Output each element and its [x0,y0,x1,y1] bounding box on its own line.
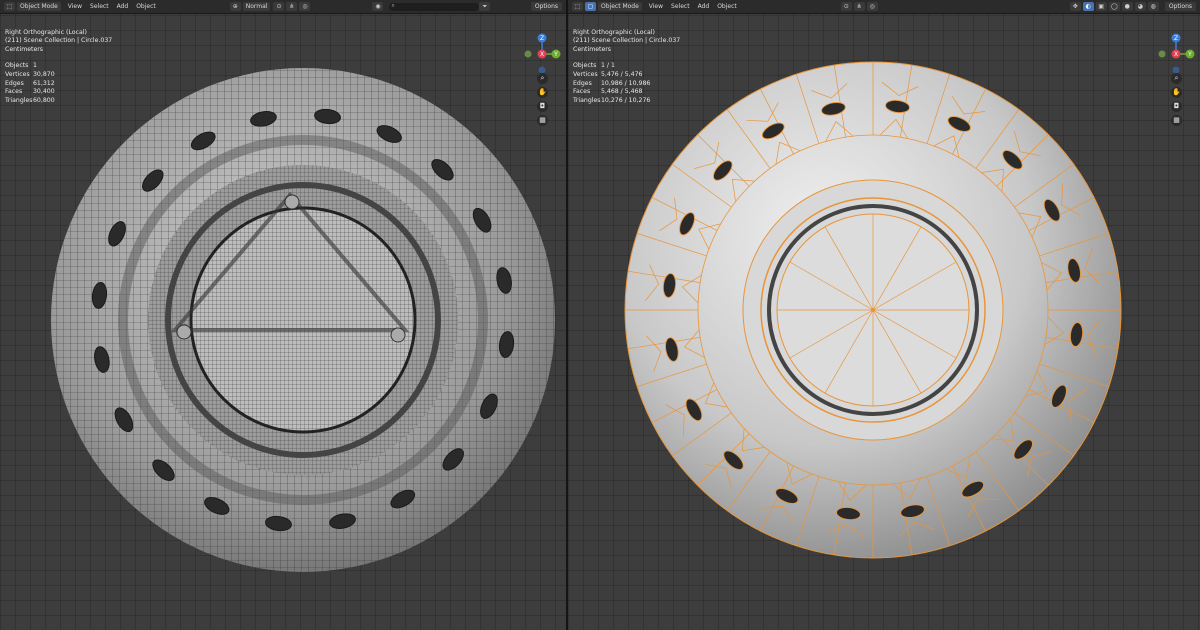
hand-pan-icon[interactable]: ✋ [537,87,548,98]
hand-pan-icon[interactable]: ✋ [1171,87,1182,98]
menu-select[interactable]: Select [671,3,690,10]
options-button[interactable]: Options [530,2,562,11]
gizmo-icon[interactable]: ✥ [1069,2,1081,11]
stat-row: Objects 1 / 1 [573,62,615,69]
viewport-header: ⬚ ▢ Object Mode View Select Add Object ⊙… [568,0,1200,14]
wireframe-mesh [51,68,555,572]
view-name: Right Orthographic (Local) [573,29,655,36]
navigation-gizmo[interactable]: Z Y X [1154,32,1198,76]
menu-add[interactable]: Add [698,3,710,10]
filter-icon[interactable]: ⏷ [479,2,491,11]
proportional-icon[interactable]: ◎ [299,2,311,11]
menu-object[interactable]: Object [717,3,737,10]
collection-name: (211) Scene Collection | Circle.037 [573,37,681,45]
search-icon: ⌕ [391,1,395,9]
menu-view[interactable]: View [68,3,82,10]
overlay-icon[interactable]: ◐ [1082,2,1094,11]
menu-select[interactable]: Select [90,3,109,10]
stat-row: Faces 30,400 [5,88,55,96]
scene-stats: Objects 1 Vertices 30,870 Edges 61,312 Face… [5,62,55,106]
gizmo-y-label: Y [1187,51,1192,58]
blender-window: ⬚ Object Mode View Select Add Object ⊕ N… [0,0,1200,630]
zoom-icon[interactable]: ⌕ [1171,73,1182,84]
editor-type-icon[interactable]: ⬚ [4,2,15,11]
stat-row: Triangles 10,276 / 10,276 [573,97,651,105]
viewport-info: Right Orthographic (Local) (211) Scene C… [573,29,680,54]
select-box-icon[interactable]: ▢ [585,2,596,11]
grid-icon[interactable]: ▦ [1171,115,1182,126]
menu-add[interactable]: Add [117,3,129,10]
mode-select[interactable]: Object Mode [598,2,642,11]
viewport-left[interactable]: ⬚ Object Mode View Select Add Object ⊕ N… [0,0,566,630]
camera-icon[interactable]: ◘ [537,101,548,112]
options-button[interactable]: Options [1164,2,1196,11]
xray-icon[interactable]: ▣ [1095,2,1107,11]
grid-icon[interactable]: ▦ [537,115,548,126]
orientation-select[interactable]: Normal [242,2,271,11]
viewport-right[interactable]: ⬚ ▢ Object Mode View Select Add Object ⊙… [568,0,1200,630]
viewport-header: ⬚ Object Mode View Select Add Object ⊕ N… [0,0,566,14]
shading-material-icon[interactable]: ◕ [1134,2,1146,11]
gizmo-z-label: Z [540,35,544,42]
snap-icon[interactable]: ⋔ [853,2,865,11]
gizmo-z-label: Z [1174,35,1178,42]
pivot-icon[interactable]: ⊙ [840,2,852,11]
gizmo-x-label: X [1174,51,1178,58]
lowpoly-mesh [624,61,1122,559]
stat-row: Vertices 30,870 [5,70,55,78]
shading-solid-icon[interactable]: ● [1121,2,1133,11]
stat-row: Edges 10,986 / 10,986 [573,79,651,87]
viewport-info: Right Orthographic (Local) (211) Scene C… [5,29,112,54]
mode-select[interactable]: Object Mode [17,2,61,11]
collection-name: (211) Scene Collection | Circle.037 [5,37,113,45]
proportional-icon[interactable]: ◎ [866,2,878,11]
snap-icon[interactable]: ⋔ [286,2,298,11]
stat-row: Triangles 60,800 [5,97,55,105]
stat-row: Faces 5,468 / 5,468 [573,88,643,96]
search-input[interactable]: ⌕ [389,1,480,11]
zoom-icon[interactable]: ⌕ [537,73,548,84]
units-label: Centimeters [573,45,612,53]
gizmo-y-label: Y [553,51,558,58]
orientation-icon[interactable]: ⊕ [229,2,241,11]
stat-row: Vertices 5,476 / 5,476 [573,70,643,78]
camera-icon[interactable]: ◘ [1171,101,1182,112]
view-name: Right Orthographic (Local) [5,29,87,36]
shading-rendered-icon[interactable]: ◍ [1147,2,1159,11]
menu-object[interactable]: Object [136,3,156,10]
menu-view[interactable]: View [649,3,663,10]
gizmo-x-label: X [540,51,544,58]
stat-row: Objects 1 [5,62,37,69]
navigation-gizmo[interactable]: Z Y X [520,32,564,76]
visibility-icon[interactable]: ◉ [372,2,384,11]
editor-type-icon[interactable]: ⬚ [572,2,583,11]
units-label: Centimeters [5,45,44,53]
pivot-icon[interactable]: ⊙ [273,2,285,11]
stat-row: Edges 61,312 [5,79,55,87]
shading-wire-icon[interactable]: ◯ [1108,2,1120,11]
scene-stats: Objects 1 / 1 Vertices 5,476 / 5,476 Edges… [573,62,650,106]
